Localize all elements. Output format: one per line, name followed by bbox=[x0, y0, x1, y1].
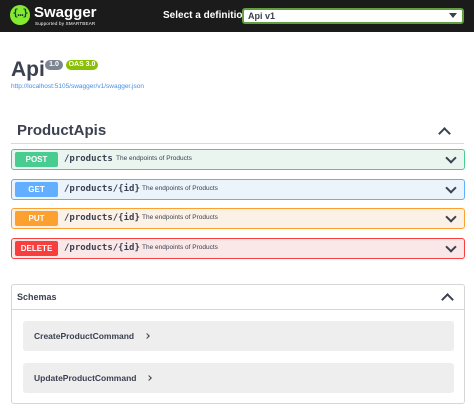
operation-path: /products bbox=[64, 154, 113, 164]
definition-label: Select a definition bbox=[163, 10, 249, 21]
model-create-product-command[interactable]: CreateProductCommand bbox=[23, 321, 454, 351]
operation-description: The endpoints of Products bbox=[142, 214, 218, 221]
definition-value: Api v1 bbox=[248, 11, 276, 21]
method-badge-delete: DELETE bbox=[15, 241, 58, 256]
operation-path: /products/{id} bbox=[64, 184, 140, 194]
schemas-section: Schemas CreateProductCommand UpdateProdu… bbox=[11, 284, 465, 404]
collapse-schemas-icon[interactable] bbox=[441, 293, 454, 306]
chevron-right-icon[interactable] bbox=[146, 375, 152, 381]
operation-path: /products/{id} bbox=[64, 243, 140, 253]
collapse-tag-icon[interactable] bbox=[438, 127, 451, 140]
model-name: CreateProductCommand bbox=[34, 331, 135, 341]
chevron-down-icon[interactable] bbox=[445, 241, 457, 253]
definition-select[interactable]: Api v1 bbox=[242, 8, 464, 24]
chevron-down-icon[interactable] bbox=[445, 182, 457, 194]
topbar: {…} Swagger Supported by SMARTBEAR Selec… bbox=[0, 0, 474, 32]
brand-subtitle: Supported by SMARTBEAR bbox=[35, 21, 96, 26]
operation-post-products[interactable]: POST /products The endpoints of Products bbox=[11, 149, 465, 170]
method-badge-get: GET bbox=[15, 182, 58, 197]
tag-title[interactable]: ProductApis bbox=[17, 122, 106, 139]
caret-down-icon bbox=[449, 13, 457, 18]
operation-get-product[interactable]: GET /products/{id} The endpoints of Prod… bbox=[11, 179, 465, 200]
api-title: Api bbox=[11, 58, 45, 81]
operation-delete-product[interactable]: DELETE /products/{id} The endpoints of P… bbox=[11, 238, 465, 259]
chevron-down-icon[interactable] bbox=[445, 152, 457, 164]
operation-description: The endpoints of Products bbox=[142, 185, 218, 192]
method-badge-post: POST bbox=[15, 152, 58, 167]
model-name: UpdateProductCommand bbox=[34, 373, 137, 383]
schemas-title[interactable]: Schemas bbox=[17, 292, 57, 302]
swagger-json-link[interactable]: http://localhost:5105/swagger/v1/swagger… bbox=[11, 83, 144, 90]
method-badge-put: PUT bbox=[15, 211, 58, 226]
operation-description: The endpoints of Products bbox=[142, 244, 218, 251]
oas-badge: OAS 3.0 bbox=[66, 60, 98, 70]
schemas-divider bbox=[12, 309, 464, 310]
operation-path: /products/{id} bbox=[64, 213, 140, 223]
chevron-right-icon[interactable] bbox=[144, 333, 150, 339]
operation-put-product[interactable]: PUT /products/{id} The endpoints of Prod… bbox=[11, 208, 465, 229]
model-update-product-command[interactable]: UpdateProductCommand bbox=[23, 363, 454, 393]
tag-divider bbox=[11, 143, 464, 144]
swagger-logo-icon[interactable]: {…} bbox=[10, 5, 30, 25]
version-badge: 1.0 bbox=[45, 60, 63, 70]
operation-description: The endpoints of Products bbox=[116, 155, 192, 162]
logo-glyph: {…} bbox=[12, 8, 28, 19]
brand-name[interactable]: Swagger bbox=[34, 4, 97, 21]
chevron-down-icon[interactable] bbox=[445, 211, 457, 223]
